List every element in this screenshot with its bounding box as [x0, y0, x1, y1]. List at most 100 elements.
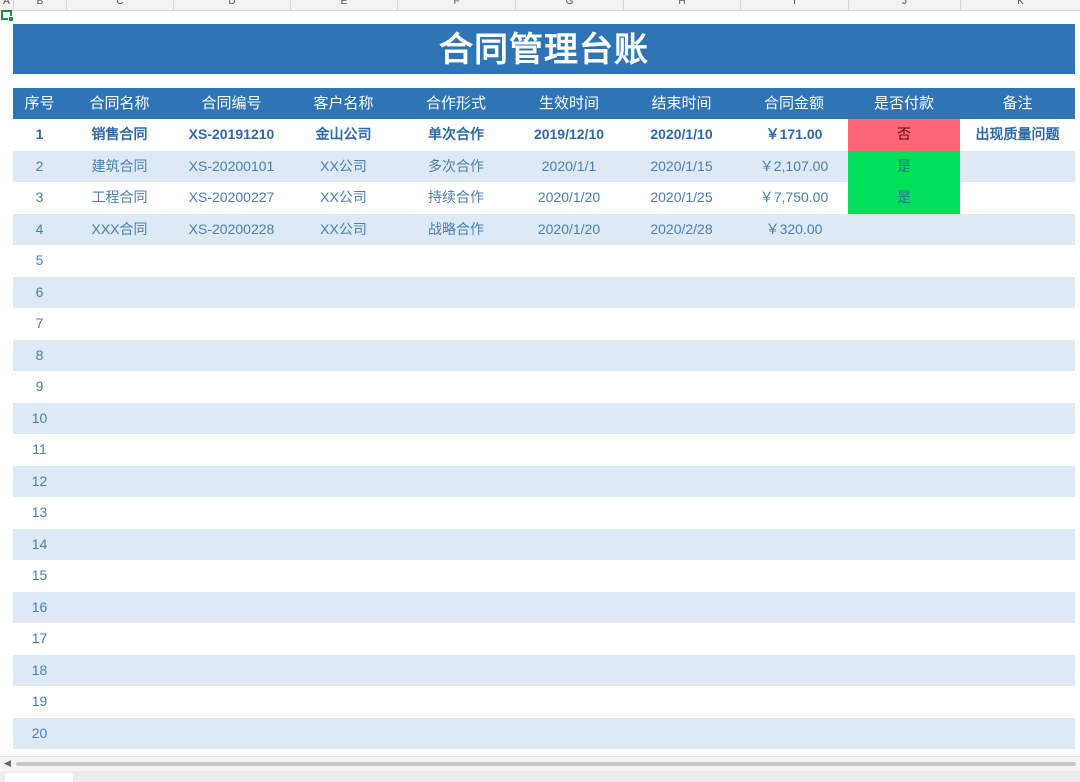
cell-contract-name[interactable] — [66, 718, 173, 750]
column-header-i[interactable]: I — [741, 0, 849, 10]
cell-start-date[interactable] — [515, 434, 623, 466]
cell-index[interactable]: 1 — [13, 119, 66, 151]
cell-paid[interactable] — [848, 655, 960, 687]
cell-index[interactable]: 14 — [13, 529, 66, 561]
cell-index[interactable]: 16 — [13, 592, 66, 624]
cell-contract-number[interactable] — [173, 403, 290, 435]
header-cell-end-date[interactable]: 结束时间 — [623, 88, 740, 119]
cell-start-date[interactable] — [515, 655, 623, 687]
cell-amount[interactable] — [740, 686, 848, 718]
cell-contract-name[interactable] — [66, 655, 173, 687]
cell-client-name[interactable] — [290, 308, 397, 340]
cell-contract-number[interactable] — [173, 497, 290, 529]
cell-contract-number[interactable] — [173, 686, 290, 718]
cell-paid[interactable] — [848, 434, 960, 466]
cell-remarks[interactable] — [960, 686, 1075, 718]
cell-contract-name[interactable] — [66, 308, 173, 340]
cell-end-date[interactable] — [623, 560, 740, 592]
cell-contract-name[interactable]: XXX合同 — [66, 214, 173, 246]
cell-start-date[interactable] — [515, 623, 623, 655]
cell-remarks[interactable] — [960, 655, 1075, 687]
cell-paid[interactable] — [848, 623, 960, 655]
cell-client-name[interactable]: XX公司 — [290, 214, 397, 246]
header-cell-index[interactable]: 序号 — [13, 88, 66, 119]
cell-index[interactable]: 6 — [13, 277, 66, 309]
cell-contract-name[interactable] — [66, 686, 173, 718]
cell-paid[interactable] — [848, 403, 960, 435]
cell-index[interactable]: 15 — [13, 560, 66, 592]
cell-contract-name[interactable] — [66, 529, 173, 561]
cell-start-date[interactable]: 2020/1/1 — [515, 151, 623, 183]
cell-contract-number[interactable] — [173, 718, 290, 750]
cell-end-date[interactable]: 2020/1/10 — [623, 119, 740, 151]
cell-client-name[interactable] — [290, 277, 397, 309]
cell-paid[interactable]: 是 — [848, 150, 960, 182]
cell-paid[interactable] — [848, 214, 960, 246]
cell-client-name[interactable]: XX公司 — [290, 151, 397, 183]
scrollbar-thumb[interactable] — [16, 762, 1076, 766]
cell-remarks[interactable] — [960, 245, 1075, 277]
cell-contract-number[interactable] — [173, 277, 290, 309]
cell-paid[interactable] — [848, 245, 960, 277]
cell-cooperation-type[interactable] — [397, 403, 515, 435]
cell-paid[interactable] — [848, 277, 960, 309]
cell-contract-number[interactable] — [173, 623, 290, 655]
cell-remarks[interactable] — [960, 718, 1075, 750]
cell-cooperation-type[interactable] — [397, 592, 515, 624]
cell-contract-name[interactable] — [66, 623, 173, 655]
cell-contract-number[interactable]: XS-20191210 — [173, 119, 290, 151]
cell-remarks[interactable] — [960, 529, 1075, 561]
cell-contract-number[interactable] — [173, 560, 290, 592]
cell-contract-number[interactable] — [173, 308, 290, 340]
cell-amount[interactable] — [740, 592, 848, 624]
cell-contract-name[interactable]: 销售合同 — [66, 119, 173, 151]
cell-remarks[interactable] — [960, 403, 1075, 435]
cell-client-name[interactable] — [290, 686, 397, 718]
cell-start-date[interactable] — [515, 371, 623, 403]
cell-index[interactable]: 8 — [13, 340, 66, 372]
cell-start-date[interactable]: 2019/12/10 — [515, 119, 623, 151]
header-cell-contract-name[interactable]: 合同名称 — [66, 88, 173, 119]
cell-contract-name[interactable] — [66, 560, 173, 592]
cell-remarks[interactable] — [960, 182, 1075, 214]
cell-contract-number[interactable]: XS-20200228 — [173, 214, 290, 246]
cell-start-date[interactable] — [515, 529, 623, 561]
cell-cooperation-type[interactable] — [397, 371, 515, 403]
column-header-k[interactable]: K — [961, 0, 1080, 10]
cell-contract-number[interactable] — [173, 592, 290, 624]
cell-paid[interactable] — [848, 340, 960, 372]
cell-amount[interactable] — [740, 434, 848, 466]
cell-contract-name[interactable] — [66, 277, 173, 309]
cell-contract-name[interactable] — [66, 434, 173, 466]
cell-contract-number[interactable] — [173, 340, 290, 372]
cell-start-date[interactable]: 2020/1/20 — [515, 182, 623, 214]
cell-end-date[interactable] — [623, 497, 740, 529]
cell-cooperation-type[interactable] — [397, 245, 515, 277]
cell-contract-number[interactable]: XS-20200101 — [173, 151, 290, 183]
cell-amount[interactable] — [740, 529, 848, 561]
cell-cooperation-type[interactable] — [397, 529, 515, 561]
column-header-c[interactable]: C — [67, 0, 174, 10]
cell-end-date[interactable] — [623, 308, 740, 340]
cell-start-date[interactable] — [515, 340, 623, 372]
cell-end-date[interactable] — [623, 623, 740, 655]
cell-contract-number[interactable]: XS-20200227 — [173, 182, 290, 214]
cell-amount[interactable] — [740, 308, 848, 340]
cell-index[interactable]: 19 — [13, 686, 66, 718]
cell-contract-name[interactable] — [66, 466, 173, 498]
cell-cooperation-type[interactable] — [397, 434, 515, 466]
cell-start-date[interactable] — [515, 277, 623, 309]
cell-remarks[interactable] — [960, 308, 1075, 340]
cell-start-date[interactable] — [515, 718, 623, 750]
cell-index[interactable]: 4 — [13, 214, 66, 246]
header-cell-remarks[interactable]: 备注 — [960, 88, 1075, 119]
cell-client-name[interactable] — [290, 592, 397, 624]
cell-start-date[interactable] — [515, 403, 623, 435]
cell-contract-number[interactable] — [173, 245, 290, 277]
cell-amount[interactable]: ￥2,107.00 — [740, 151, 848, 183]
cell-amount[interactable]: ￥7,750.00 — [740, 182, 848, 214]
cell-remarks[interactable]: 出现质量问题 — [960, 119, 1075, 151]
column-header-j[interactable]: J — [849, 0, 961, 10]
cell-end-date[interactable] — [623, 277, 740, 309]
cell-remarks[interactable] — [960, 214, 1075, 246]
